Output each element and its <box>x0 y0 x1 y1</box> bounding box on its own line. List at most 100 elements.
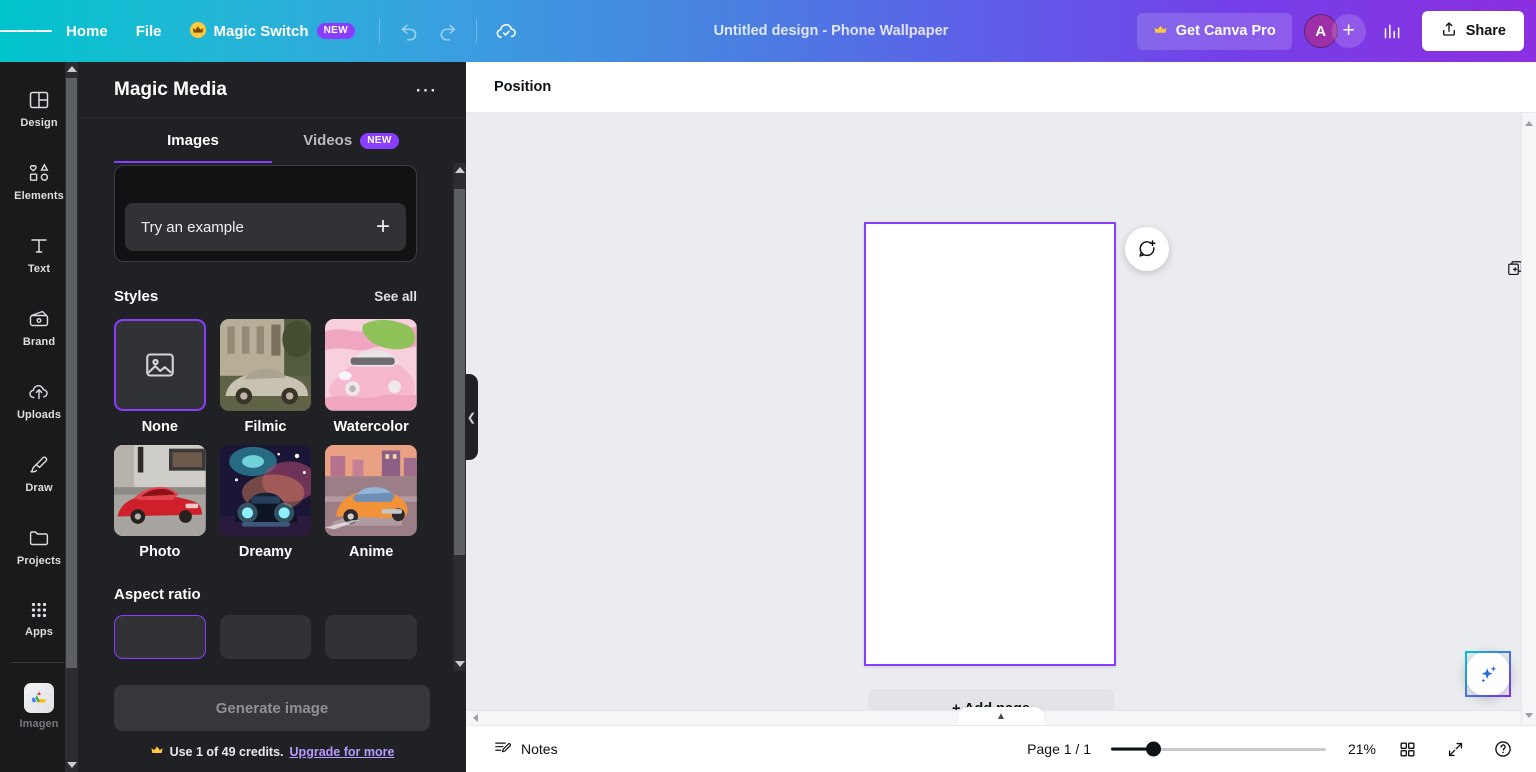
scroll-up-icon[interactable] <box>65 62 78 76</box>
magic-switch-label: Magic Switch <box>213 22 309 40</box>
style-thumbnail <box>219 319 312 411</box>
invite-members-button[interactable]: + <box>1331 14 1366 48</box>
ai-assistant-button[interactable] <box>1465 651 1511 697</box>
style-label: Dreamy <box>238 544 293 561</box>
notes-label: Notes <box>521 741 558 757</box>
magic-switch-button[interactable]: Magic Switch NEW <box>176 14 370 48</box>
toolbar-divider-1 <box>379 19 381 43</box>
sidebar-item-brand[interactable]: Brand <box>6 297 72 356</box>
scroll-left-icon[interactable] <box>469 711 482 725</box>
sidebar-item-uploads[interactable]: Uploads <box>6 370 72 429</box>
crown-icon <box>1153 22 1168 41</box>
aspect-ratio-section-header: Aspect ratio <box>114 586 417 603</box>
sidebar-item-projects[interactable]: Projects <box>6 516 72 575</box>
get-canva-pro-button[interactable]: Get Canva Pro <box>1136 12 1292 50</box>
shapes-icon <box>27 161 51 185</box>
stage-vertical-scrollbar[interactable] <box>1521 113 1536 725</box>
style-option-watercolor[interactable]: Watercolor <box>325 319 417 435</box>
rail-scrollbar-thumb[interactable] <box>66 78 77 668</box>
aspect-ratio-title: Aspect ratio <box>114 586 201 604</box>
sidebar-item-label: Elements <box>14 190 64 202</box>
tab-videos[interactable]: Videos NEW <box>272 118 430 163</box>
grid-view-icon[interactable] <box>1390 732 1424 766</box>
scroll-up-icon[interactable] <box>453 163 466 177</box>
zoom-knob[interactable] <box>1146 741 1161 757</box>
undo-icon[interactable] <box>390 12 428 50</box>
share-button[interactable]: Share <box>1421 11 1524 51</box>
styles-see-all-button[interactable]: See all <box>374 289 417 304</box>
collapse-timeline-button[interactable]: ▲ <box>958 707 1044 725</box>
file-menu-button[interactable]: File <box>122 15 176 48</box>
help-icon[interactable] <box>1486 732 1520 766</box>
tab-images[interactable]: Images <box>114 118 272 163</box>
scroll-down-icon[interactable] <box>65 758 78 772</box>
top-toolbar: Home File Magic Switch NEW Untitled desi… <box>0 0 1536 62</box>
panel-scrollbar-thumb[interactable] <box>454 189 465 555</box>
sidebar-item-label: Uploads <box>16 409 62 421</box>
style-option-filmic[interactable]: Filmic <box>219 319 312 435</box>
cloud-check-icon[interactable] <box>487 12 525 50</box>
videos-new-badge: NEW <box>360 132 399 149</box>
fullscreen-icon[interactable] <box>1438 732 1472 766</box>
sidebar-item-label: Design <box>20 117 58 129</box>
upgrade-for-more-link[interactable]: Upgrade for more <box>290 745 395 759</box>
home-button[interactable]: Home <box>52 15 122 48</box>
folder-icon <box>27 526 51 550</box>
style-option-photo[interactable]: Photo <box>114 444 206 561</box>
aspect-ratio-option-3[interactable] <box>325 615 417 660</box>
scroll-down-icon[interactable] <box>1523 708 1536 722</box>
notes-icon <box>493 738 512 760</box>
position-button[interactable]: Position <box>484 71 561 103</box>
context-toolbar: Position <box>466 62 1536 113</box>
plus-icon[interactable]: + <box>376 215 390 239</box>
sidebar-item-draw[interactable]: Draw <box>6 443 72 502</box>
try-an-example-button[interactable]: Try an example + <box>125 203 406 251</box>
style-option-none[interactable]: None <box>114 319 206 435</box>
aspect-ratio-option-2[interactable] <box>219 615 312 660</box>
crown-icon <box>189 22 206 40</box>
collapse-panel-button[interactable]: ❮ <box>465 374 478 460</box>
redo-icon[interactable] <box>428 12 466 50</box>
scroll-down-icon[interactable] <box>453 657 466 671</box>
page-indicator: Page 1 / 1 <box>1027 741 1091 757</box>
notes-button[interactable]: Notes <box>484 731 567 767</box>
generate-image-button[interactable]: Generate image <box>114 685 430 731</box>
zoom-value[interactable]: 21% <box>1340 741 1376 757</box>
panel-header: Magic Media ⋯ <box>78 62 466 118</box>
add-comment-button[interactable] <box>1125 227 1169 271</box>
toolbar-divider-2 <box>476 19 478 43</box>
text-icon <box>27 234 51 258</box>
try-an-example-label: Try an example <box>141 218 244 236</box>
sidebar-item-text[interactable]: Text <box>6 224 72 283</box>
aspect-ratio-option-1[interactable] <box>114 615 206 660</box>
more-options-icon[interactable]: ⋯ <box>409 75 445 105</box>
bar-chart-icon[interactable] <box>1374 12 1412 50</box>
prompt-input-box[interactable]: Try an example + <box>114 165 417 262</box>
panel-tabs: Images Videos NEW <box>78 118 466 163</box>
avatar-initial: A <box>1315 22 1327 40</box>
design-page[interactable] <box>864 222 1116 666</box>
crown-icon <box>150 743 164 760</box>
panel-title: Magic Media <box>114 78 227 100</box>
zoom-slider[interactable] <box>1111 741 1326 757</box>
design-stage[interactable]: + Add page ▲ <box>466 113 1536 725</box>
sidebar-item-imagen[interactable]: Imagen <box>6 673 72 738</box>
tab-videos-label: Videos <box>303 132 353 149</box>
cloud-upload-icon <box>27 380 51 404</box>
rail-scrollbar[interactable] <box>65 62 78 772</box>
sidebar-item-label: Projects <box>16 555 62 567</box>
scroll-up-icon[interactable] <box>1523 116 1536 130</box>
editor-body: Design Elements Text Brand Uploads Draw … <box>0 62 1536 772</box>
sidebar-item-elements[interactable]: Elements <box>6 151 72 210</box>
sidebar-item-design[interactable]: Design <box>6 78 72 137</box>
pen-icon <box>27 453 51 477</box>
style-thumbnail <box>114 319 206 411</box>
hamburger-icon[interactable] <box>0 27 52 35</box>
style-option-anime[interactable]: Anime <box>325 444 417 561</box>
sidebar-item-label: Draw <box>25 482 53 494</box>
sidebar-item-apps[interactable]: Apps <box>6 589 72 646</box>
image-placeholder-icon <box>146 353 174 377</box>
document-title[interactable]: Untitled design - Phone Wallpaper <box>702 16 961 46</box>
sidebar-item-label: Imagen <box>19 718 59 730</box>
style-option-dreamy[interactable]: Dreamy <box>219 444 312 561</box>
